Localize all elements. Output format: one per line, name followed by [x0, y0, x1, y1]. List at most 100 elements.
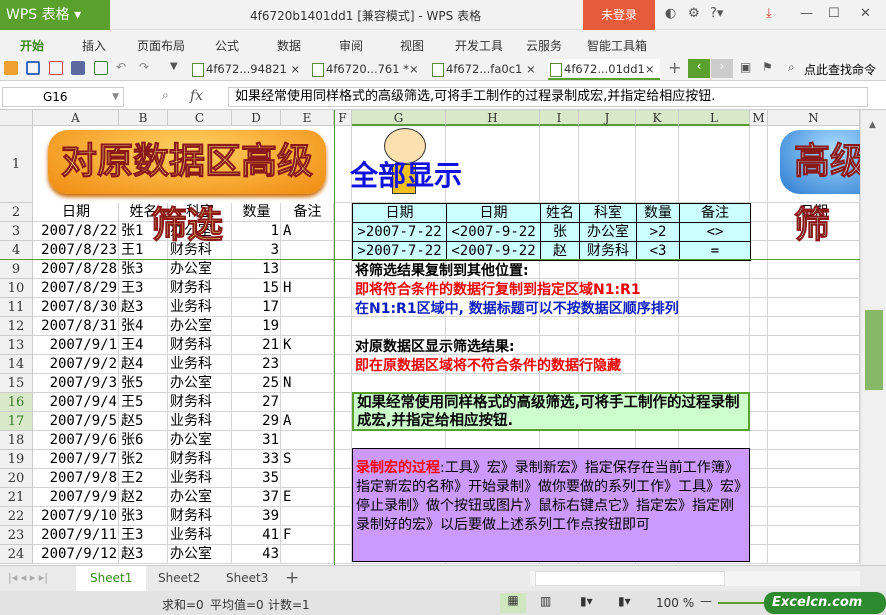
cell[interactable]: [768, 526, 860, 545]
criteria-cell[interactable]: <>: [679, 222, 751, 242]
cell[interactable]: [540, 374, 579, 393]
table-cell[interactable]: [281, 317, 334, 336]
minimize-button[interactable]: —: [800, 6, 813, 21]
table-cell[interactable]: [281, 298, 334, 317]
cell[interactable]: [540, 260, 579, 279]
table-cell[interactable]: 15: [232, 279, 281, 298]
table-cell[interactable]: 2007/8/31: [33, 317, 119, 336]
cell[interactable]: [334, 222, 352, 241]
column-header-K[interactable]: K: [636, 110, 679, 126]
cell[interactable]: [636, 317, 679, 336]
row-header-17[interactable]: 17: [0, 412, 33, 431]
cell[interactable]: [750, 393, 768, 412]
download-icon[interactable]: ⤓: [766, 6, 772, 21]
table-cell[interactable]: [281, 260, 334, 279]
menu-page-layout[interactable]: 页面布局: [137, 37, 185, 54]
cell[interactable]: [768, 469, 860, 488]
table-cell[interactable]: 2007/9/11: [33, 526, 119, 545]
table-cell[interactable]: 张3: [119, 260, 168, 279]
tab-scroll-left[interactable]: ‹: [688, 59, 710, 78]
scroll-thumb[interactable]: [865, 310, 883, 390]
table-cell[interactable]: 张6: [119, 431, 168, 450]
table-cell[interactable]: [281, 355, 334, 374]
row-header-9[interactable]: 9: [0, 260, 33, 279]
app-menu-button[interactable]: WPS 表格 ▾: [0, 0, 110, 30]
cell[interactable]: [750, 126, 768, 203]
cell[interactable]: [334, 393, 352, 412]
table-cell[interactable]: 2007/9/9: [33, 488, 119, 507]
column-header-A[interactable]: A: [33, 110, 119, 126]
criteria-cell[interactable]: >2007-7-22: [352, 222, 447, 242]
menu-cloud[interactable]: 云服务: [526, 37, 562, 54]
sheet-tab-1[interactable]: Sheet1: [76, 566, 147, 591]
cell[interactable]: [768, 488, 860, 507]
cell[interactable]: [750, 545, 768, 564]
table-cell[interactable]: 张3: [119, 507, 168, 526]
table-cell[interactable]: 张2: [119, 450, 168, 469]
cell[interactable]: [768, 317, 860, 336]
cell[interactable]: [768, 393, 860, 412]
cell[interactable]: [334, 526, 352, 545]
page-break-view-icon[interactable]: ▥: [540, 594, 551, 608]
cell[interactable]: [334, 469, 352, 488]
cell[interactable]: [540, 317, 579, 336]
row-header-24[interactable]: 24: [0, 545, 33, 564]
table-cell[interactable]: [281, 507, 334, 526]
doc-tab-3[interactable]: 4f672...fa0c1 ×: [430, 59, 542, 80]
table-cell[interactable]: 财务科: [168, 507, 232, 526]
table-cell[interactable]: 办公室: [168, 260, 232, 279]
criteria-cell[interactable]: 办公室: [579, 222, 637, 242]
cell[interactable]: [334, 279, 352, 298]
cell[interactable]: [750, 279, 768, 298]
add-sheet-button[interactable]: +: [285, 568, 299, 588]
column-header-B[interactable]: B: [119, 110, 168, 126]
command-search[interactable]: 点此查找命令: [804, 61, 876, 78]
table-cell[interactable]: 2007/9/3: [33, 374, 119, 393]
row-header-19[interactable]: 19: [0, 450, 33, 469]
criteria-header[interactable]: 数量: [636, 203, 680, 223]
table-cell[interactable]: E: [281, 488, 334, 507]
row-header-16[interactable]: 16: [0, 393, 33, 412]
print-preview-icon[interactable]: [94, 61, 108, 75]
table-cell[interactable]: 21: [232, 336, 281, 355]
cell[interactable]: [636, 374, 679, 393]
table-cell[interactable]: 2007/9/12: [33, 545, 119, 564]
criteria-header[interactable]: 备注: [679, 203, 751, 223]
row-header-4[interactable]: 4: [0, 241, 33, 260]
row-header-1[interactable]: 1: [0, 126, 33, 203]
cell[interactable]: [334, 507, 352, 526]
window-list-icon[interactable]: ▣: [740, 60, 751, 74]
doc-tab-1[interactable]: 4f672...94821 ×: [190, 59, 302, 80]
close-button[interactable]: ✕: [860, 6, 871, 21]
doc-tab-4-active[interactable]: 4f672...01dd1×: [548, 59, 660, 80]
table-cell[interactable]: 王3: [119, 526, 168, 545]
table-cell[interactable]: [281, 241, 334, 260]
table-cell[interactable]: 办公室: [168, 317, 232, 336]
row-header-22[interactable]: 22: [0, 507, 33, 526]
cell[interactable]: [750, 355, 768, 374]
cell[interactable]: [579, 317, 636, 336]
reading-mode-icon[interactable]: ▮▾: [580, 594, 593, 608]
table-cell[interactable]: A: [281, 412, 334, 431]
cell[interactable]: [446, 374, 540, 393]
table-cell[interactable]: 2007/9/4: [33, 393, 119, 412]
cell[interactable]: [750, 507, 768, 526]
criteria-header[interactable]: 科室: [579, 203, 637, 223]
cell[interactable]: [750, 450, 768, 469]
table-cell[interactable]: 办公室: [168, 545, 232, 564]
table-cell[interactable]: 办公室: [168, 488, 232, 507]
name-box[interactable]: G16 ▼: [2, 87, 124, 107]
criteria-cell[interactable]: >2: [636, 222, 680, 242]
column-header-H[interactable]: H: [446, 110, 540, 126]
cell[interactable]: [768, 260, 860, 279]
column-header-D[interactable]: D: [232, 110, 281, 126]
criteria-cell[interactable]: 赵: [540, 241, 580, 261]
cell[interactable]: [768, 507, 860, 526]
spreadsheet-grid[interactable]: A B C D E F G H I J K L M N 1 2 3 4 9 10 11 12 13 14 15 16 17 18 19 2…: [0, 110, 860, 565]
cell[interactable]: [750, 526, 768, 545]
column-header-L[interactable]: L: [679, 110, 750, 126]
table-cell[interactable]: 2007/9/6: [33, 431, 119, 450]
cell[interactable]: [768, 431, 860, 450]
pin-icon[interactable]: ⚑: [762, 60, 773, 74]
column-header-G[interactable]: G: [352, 110, 446, 126]
